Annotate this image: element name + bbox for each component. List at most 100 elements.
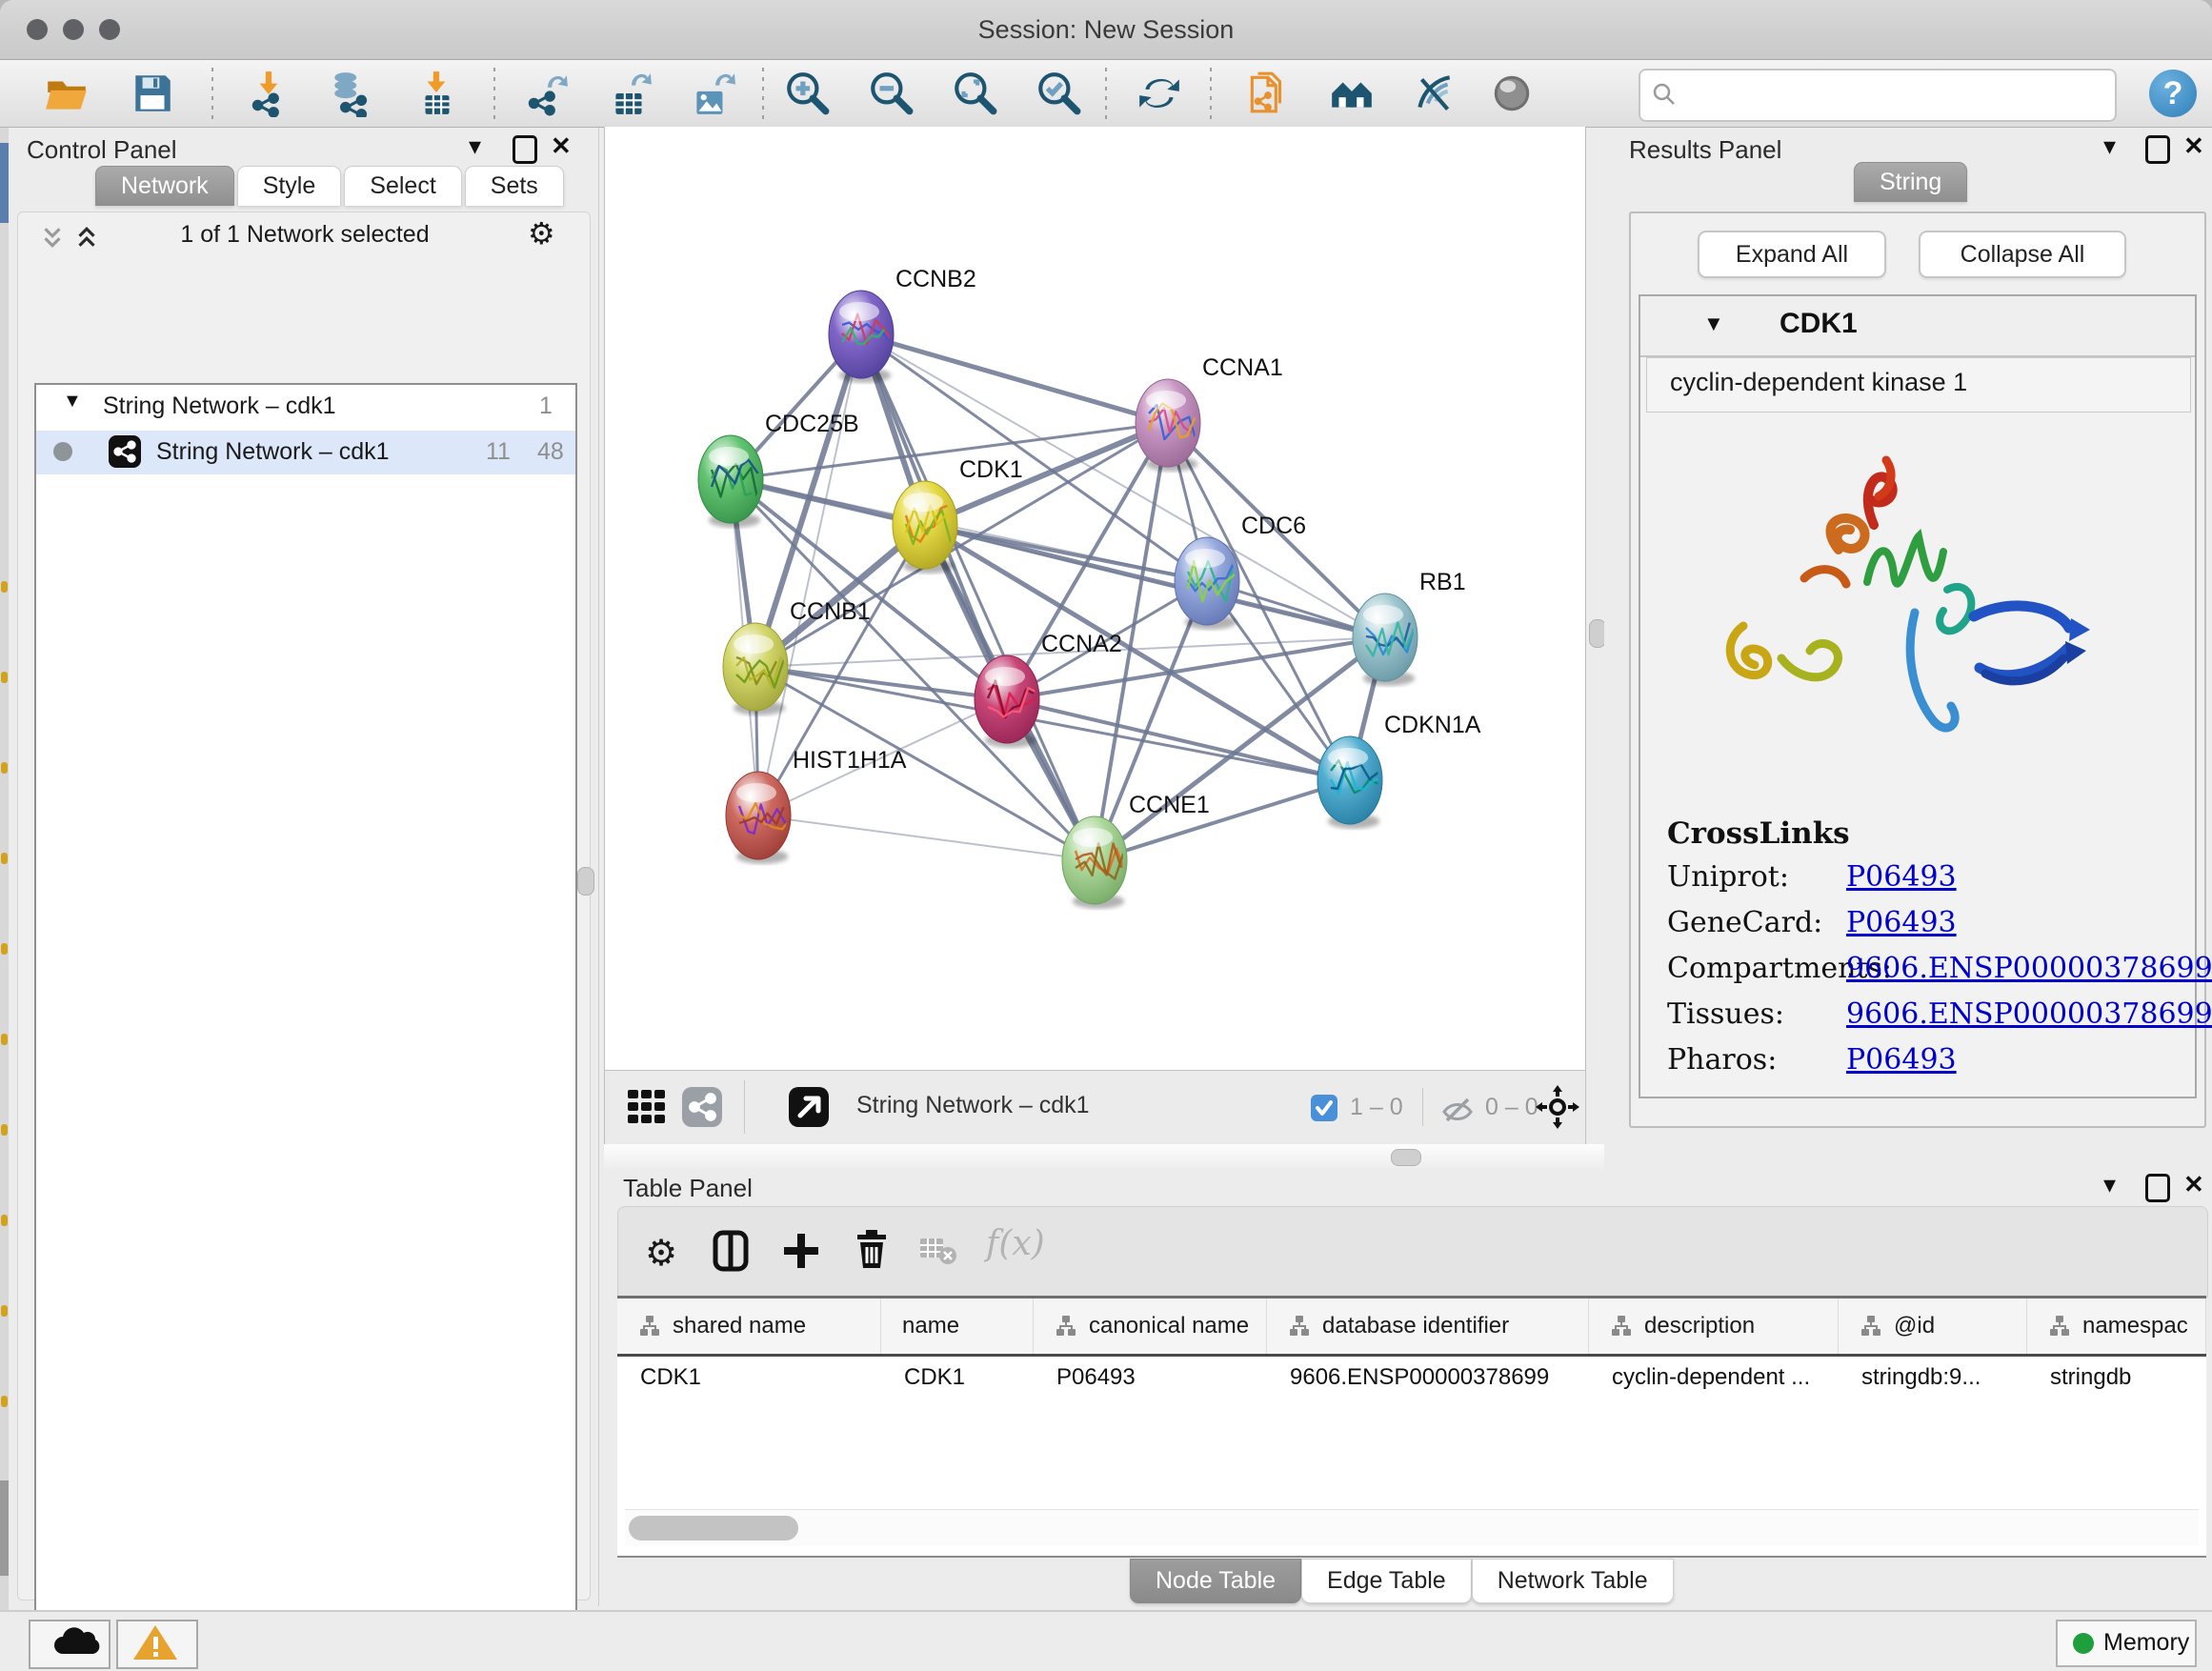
network-edge[interactable] — [861, 334, 1168, 423]
table-cell[interactable]: 9606.ENSP00000378699 — [1267, 1357, 1589, 1399]
results-panel-close-icon[interactable]: ✕ — [2183, 131, 2204, 161]
selected-checkbox-icon[interactable] — [1310, 1094, 1338, 1127]
collapse-all-networks-icon[interactable] — [38, 223, 67, 256]
export-image-button[interactable] — [688, 70, 735, 117]
network-canvas[interactable]: CCNB2CCNA1CDC25BCDK1CDC6RB1CCNB1CCNA2CDK… — [604, 127, 1586, 1070]
export-table-button[interactable] — [606, 70, 654, 117]
network-node[interactable]: HIST1H1A — [726, 747, 907, 864]
expand-all-button[interactable]: Expand All — [1698, 231, 1886, 278]
table-cell[interactable]: stringdb — [2027, 1357, 2206, 1399]
column-header-namespac[interactable]: namespac — [2027, 1299, 2206, 1354]
network-tree-selected-row[interactable]: String Network – cdk1 11 48 — [36, 431, 575, 474]
table-options-gear-icon[interactable]: ⚙ — [645, 1232, 677, 1274]
scrollbar-thumb[interactable] — [629, 1516, 798, 1540]
network-tree-root-row[interactable]: ▼ String Network – cdk1 1 — [36, 389, 575, 431]
results-panel-float-icon[interactable] — [2145, 135, 2170, 164]
crosslink-link[interactable]: P06493 — [1846, 860, 1957, 894]
table-cell[interactable]: CDK1 — [617, 1357, 881, 1399]
glass-ball-effect-button[interactable] — [1488, 70, 1536, 117]
horizontal-splitter-handle[interactable] — [1391, 1149, 1421, 1166]
warning-button[interactable] — [116, 1620, 198, 1669]
table-cell[interactable]: cyclin-dependent ... — [1589, 1357, 1839, 1399]
zoom-out-button[interactable] — [867, 70, 915, 117]
network-node[interactable]: CDC25B — [698, 411, 859, 528]
column-header--id[interactable]: @id — [1839, 1299, 2027, 1354]
network-node[interactable]: CCNA2 — [975, 631, 1122, 748]
create-column-icon[interactable] — [780, 1230, 822, 1277]
control-panel-collapse-icon[interactable]: ▾ — [469, 131, 481, 161]
clear-table-icon[interactable] — [919, 1236, 957, 1271]
tab-network[interactable]: Network — [95, 166, 234, 206]
network-node[interactable]: RB1 — [1353, 569, 1466, 686]
tab-string[interactable]: String — [1854, 162, 1967, 202]
tab-sets[interactable]: Sets — [465, 166, 564, 206]
collapse-all-button[interactable]: Collapse All — [1919, 231, 2126, 278]
zoom-selected-button[interactable] — [1035, 70, 1082, 117]
table-cell[interactable]: stringdb:9... — [1839, 1357, 2027, 1399]
string-protein-query-button[interactable] — [1244, 70, 1292, 117]
network-edge[interactable] — [925, 525, 1385, 637]
show-columns-icon[interactable] — [710, 1230, 752, 1277]
network-edge[interactable] — [1007, 699, 1350, 780]
network-edge[interactable] — [755, 667, 1007, 699]
tab-node-table[interactable]: Node Table — [1130, 1559, 1301, 1603]
delete-columns-icon[interactable] — [851, 1228, 893, 1275]
network-edge[interactable] — [758, 334, 861, 815]
table-cell[interactable]: P06493 — [1034, 1357, 1267, 1399]
fit-selection-crosshair-icon[interactable] — [1535, 1084, 1580, 1135]
grid-view-icon[interactable] — [626, 1086, 668, 1133]
results-panel-collapse-icon[interactable]: ▾ — [2103, 131, 2116, 161]
network-options-gear-icon[interactable]: ⚙ — [528, 215, 555, 252]
network-node[interactable]: CDKN1A — [1317, 712, 1481, 829]
tab-edge-table[interactable]: Edge Table — [1301, 1559, 1472, 1603]
column-header-database-identifier[interactable]: database identifier — [1267, 1299, 1589, 1354]
table-row[interactable]: CDK1CDK1P064939606.ENSP00000378699cyclin… — [617, 1357, 2206, 1399]
table-panel-close-icon[interactable]: ✕ — [2183, 1170, 2204, 1199]
crosslink-link[interactable]: 9606.ENSP00000378699 — [1846, 997, 2212, 1031]
help-button[interactable]: ? — [2149, 70, 2197, 117]
section-expander-icon[interactable]: ▼ — [1703, 312, 1724, 336]
node-section-header[interactable]: ▼ CDK1 — [1640, 296, 2195, 357]
network-edge[interactable] — [758, 815, 1095, 860]
table-panel-collapse-icon[interactable]: ▾ — [2103, 1170, 2116, 1199]
import-network-database-button[interactable] — [329, 70, 376, 117]
string-home-button[interactable] — [1328, 70, 1376, 117]
control-panel-float-icon[interactable] — [513, 135, 537, 164]
export-network-button[interactable] — [522, 70, 570, 117]
share-network-icon[interactable] — [681, 1086, 723, 1133]
apply-layout-button[interactable] — [1136, 70, 1183, 117]
hidden-eye-icon[interactable] — [1439, 1092, 1476, 1133]
table-panel-float-icon[interactable] — [2145, 1174, 2170, 1202]
tab-style[interactable]: Style — [237, 166, 342, 206]
tree-expander-icon[interactable]: ▼ — [63, 391, 82, 413]
column-header-shared-name[interactable]: shared name — [617, 1299, 881, 1354]
column-header-description[interactable]: description — [1589, 1299, 1839, 1354]
left-splitter-handle[interactable] — [577, 867, 594, 896]
column-header-canonical-name[interactable]: canonical name — [1034, 1299, 1267, 1354]
network-node[interactable]: CCNA1 — [1136, 354, 1283, 472]
crosslink-link[interactable]: P06493 — [1846, 1043, 1957, 1077]
zoom-fit-button[interactable] — [951, 70, 998, 117]
tab-select[interactable]: Select — [344, 166, 461, 206]
crosslink-link[interactable]: P06493 — [1846, 906, 1957, 939]
open-session-button[interactable] — [43, 70, 90, 117]
save-session-button[interactable] — [129, 70, 176, 117]
expand-all-networks-icon[interactable] — [72, 223, 101, 256]
open-in-new-window-icon[interactable] — [788, 1086, 830, 1133]
tab-network-table[interactable]: Network Table — [1472, 1559, 1674, 1603]
control-panel-close-icon[interactable]: ✕ — [551, 131, 572, 161]
zoom-in-button[interactable] — [783, 70, 831, 117]
network-node[interactable]: CCNE1 — [1062, 792, 1210, 909]
import-network-file-button[interactable] — [246, 70, 293, 117]
import-table-file-button[interactable] — [413, 70, 461, 117]
table-cell[interactable]: CDK1 — [881, 1357, 1034, 1399]
search-input[interactable] — [1686, 74, 2100, 114]
memory-button[interactable]: Memory — [2056, 1620, 2197, 1667]
table-horizontal-scrollbar[interactable] — [625, 1509, 2199, 1546]
enhanced-labels-toggle-button[interactable] — [1410, 70, 1458, 117]
function-builder-icon[interactable]: f(x) — [986, 1224, 1045, 1263]
crosslink-link[interactable]: 9606.ENSP00000378699 — [1846, 952, 2212, 985]
cloud-button[interactable] — [29, 1620, 111, 1669]
column-header-name[interactable]: name — [881, 1299, 1034, 1354]
network-edge[interactable] — [861, 334, 1095, 860]
